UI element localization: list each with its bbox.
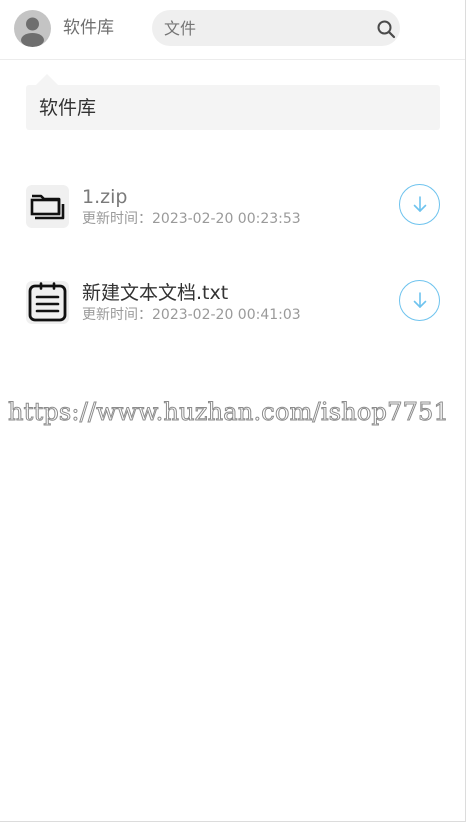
search-input[interactable]	[164, 14, 364, 42]
page: 软件库 软件库 1.zip 更新时间：2023-02-20 00:23:53	[0, 0, 466, 822]
download-button[interactable]	[399, 184, 440, 225]
text-document-icon	[26, 281, 69, 324]
download-button[interactable]	[399, 280, 440, 321]
file-name[interactable]: 新建文本文档.txt	[82, 281, 228, 305]
time-value: 2023-02-20 00:41:03	[152, 307, 301, 323]
file-item-txt[interactable]: 新建文本文档.txt 更新时间：2023-02-20 00:41:03	[26, 280, 440, 331]
section-pointer	[36, 74, 58, 85]
time-value: 2023-02-20 00:23:53	[152, 211, 301, 227]
download-arrow-icon	[413, 292, 427, 308]
folder-stack-icon	[26, 185, 69, 228]
file-updated-time: 更新时间：2023-02-20 00:23:53	[82, 210, 301, 228]
file-name[interactable]: 1.zip	[82, 185, 127, 209]
download-arrow-icon	[413, 196, 427, 212]
file-item-zip[interactable]: 1.zip 更新时间：2023-02-20 00:23:53	[26, 184, 440, 235]
top-bar: 软件库	[0, 0, 465, 60]
section-title: 软件库	[39, 97, 97, 119]
search-box[interactable]	[152, 10, 400, 46]
watermark-text: https://www.huzhan.com/ishop7751	[8, 398, 450, 427]
time-label: 更新时间：	[82, 211, 152, 227]
section-header: 软件库	[26, 85, 440, 130]
file-updated-time: 更新时间：2023-02-20 00:41:03	[82, 306, 301, 324]
user-avatar-icon[interactable]	[14, 10, 51, 47]
app-name: 软件库	[63, 18, 114, 38]
time-label: 更新时间：	[82, 307, 152, 323]
search-icon[interactable]	[376, 19, 396, 39]
